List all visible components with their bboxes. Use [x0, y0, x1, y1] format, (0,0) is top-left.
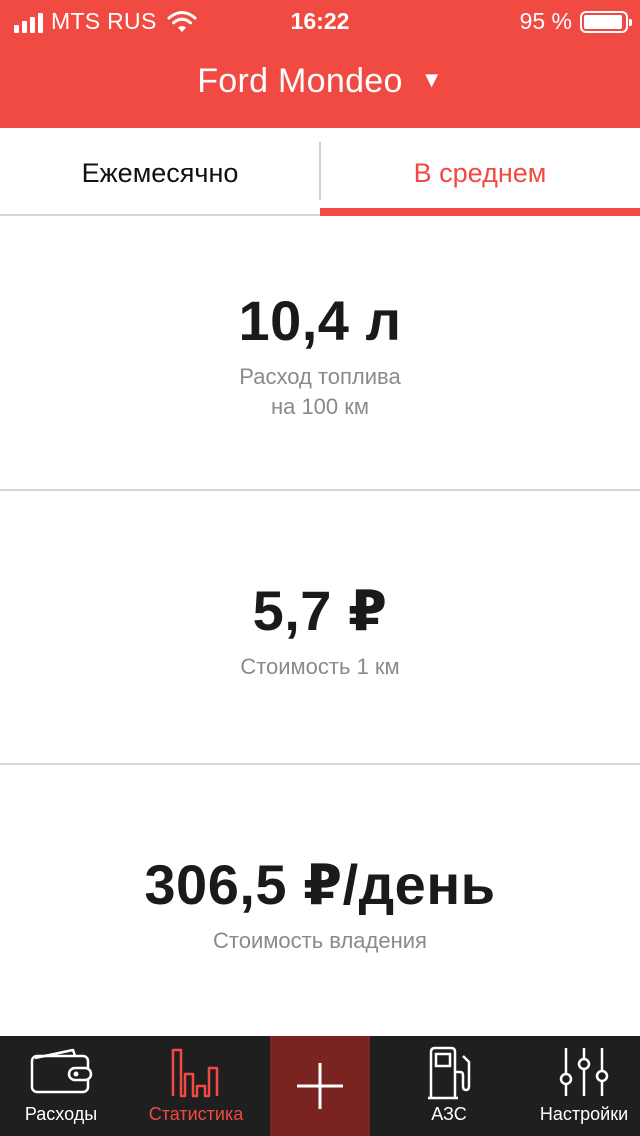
- tabbar-label-expenses: Расходы: [24, 1104, 98, 1124]
- stat-fuel-consumption: 10,4 л Расход топлива на 100 км: [0, 288, 640, 422]
- car-name: Ford Mondeo: [197, 62, 403, 100]
- ownership-cost-label: Стоимость владения: [213, 928, 427, 953]
- status-bar: MTS RUS 16:22 95 %: [0, 0, 640, 42]
- cost-per-km-value: 5,7 ₽: [252, 579, 388, 642]
- wallet-icon: [30, 1048, 93, 1094]
- sliders-icon: [559, 1048, 609, 1096]
- bar-chart-icon: [171, 1048, 219, 1098]
- tabbar-label-statistics: Статистика: [148, 1104, 244, 1124]
- fuel-consumption-sublabel: на 100 км: [270, 394, 370, 419]
- status-right: 95 %: [519, 8, 632, 35]
- section-divider: [0, 489, 640, 491]
- tabbar-item-gas-stations[interactable]: АЗС: [370, 1036, 528, 1136]
- app-header: MTS RUS 16:22 95 % Ford Mondeo ▼: [0, 0, 640, 128]
- ownership-cost-value: 306,5 ₽/день: [144, 853, 496, 916]
- section-divider: [0, 763, 640, 765]
- add-button[interactable]: [270, 1036, 370, 1136]
- fuel-pump-icon: [428, 1046, 471, 1100]
- fuel-consumption-label: Расход топлива: [239, 364, 401, 389]
- active-tab-indicator: [320, 208, 640, 216]
- cost-per-km-label: Стоимость 1 км: [240, 654, 400, 679]
- tabbar-label-gas-stations: АЗС: [431, 1104, 467, 1124]
- tabbar-item-statistics[interactable]: Статистика: [122, 1036, 270, 1136]
- battery-percent: 95 %: [519, 8, 572, 34]
- fuel-consumption-value: 10,4 л: [238, 289, 402, 352]
- period-tabs: Ежемесячно В среднем: [0, 128, 640, 216]
- tab-average[interactable]: В среднем: [320, 128, 640, 216]
- tabbar-item-expenses[interactable]: Расходы: [0, 1036, 122, 1136]
- bottom-tab-bar: Расходы Статистика АЗС Настройки: [0, 1036, 640, 1136]
- stat-ownership-cost: 306,5 ₽/день Стоимость владения: [0, 852, 640, 956]
- stat-cost-per-km: 5,7 ₽ Стоимость 1 км: [0, 578, 640, 682]
- tabbar-item-settings[interactable]: Настройки: [528, 1036, 640, 1136]
- plus-icon: [297, 1063, 343, 1109]
- battery-icon: [580, 10, 632, 33]
- tabbar-label-settings: Настройки: [539, 1104, 629, 1124]
- car-selector[interactable]: Ford Mondeo ▼: [0, 62, 640, 101]
- dropdown-caret-icon: ▼: [420, 67, 443, 92]
- tab-monthly[interactable]: Ежемесячно: [0, 128, 320, 216]
